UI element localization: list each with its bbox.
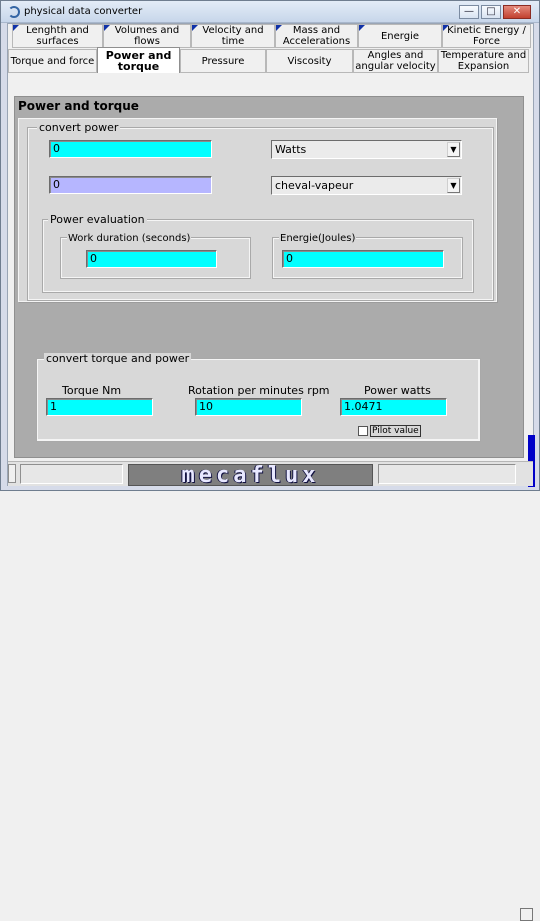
maximize-button[interactable]: □ (481, 5, 501, 19)
tab-label: Volumes and flows (114, 25, 180, 47)
rotation-input[interactable]: 10 (195, 398, 302, 416)
energie-label: Energie(Joules) (279, 233, 357, 245)
tab-viscosity[interactable]: Viscosity (266, 49, 353, 73)
tab-label: Velocity and time (202, 25, 264, 47)
status-bar: mecaflux (8, 461, 533, 921)
tab-marker (192, 25, 198, 31)
tab-velocity-time[interactable]: Velocity and time (191, 24, 275, 48)
tab-label: Kinetic Energy / Force (447, 25, 526, 47)
page-title: Power and torque (18, 99, 139, 113)
tab-marker (359, 25, 365, 31)
tab-torque-force[interactable]: Torque and force (8, 49, 97, 73)
unit-select-2-value: cheval-vapeur (275, 179, 354, 192)
dropdown-arrow-icon[interactable]: ▼ (447, 178, 460, 193)
power-input-2[interactable]: 0 (49, 176, 212, 194)
tab-length-surfaces[interactable]: Lenghth and surfaces (12, 24, 103, 48)
status-bar-left-cell (8, 464, 16, 483)
power-watts-label: Power watts (364, 384, 431, 397)
torque-label: Torque Nm (62, 384, 122, 397)
tab-energie[interactable]: Energie (358, 24, 442, 48)
resize-grip[interactable] (520, 908, 533, 921)
tab-label: Pressure (201, 55, 245, 67)
work-duration-input[interactable]: 0 (86, 250, 217, 268)
tab-label: Temperature and Expansion (440, 50, 527, 72)
status-bar-cell (378, 464, 516, 484)
tab-temperature-expansion[interactable]: Temperature and Expansion (438, 49, 529, 73)
torque-input[interactable]: 1 (46, 398, 153, 416)
power-input-1[interactable]: 0 (49, 140, 212, 158)
convert-torque-panel: convert torque and power Torque Nm 1 Rot… (36, 353, 481, 442)
convert-torque-label: convert torque and power (44, 352, 192, 365)
work-duration-label: Work duration (seconds) (67, 233, 192, 245)
minimize-button[interactable]: — (459, 5, 479, 19)
convert-power-label: convert power (37, 121, 121, 134)
status-bar-cell (20, 464, 123, 484)
tab-label: Energie (380, 30, 420, 42)
power-evaluation-label: Power evaluation (48, 213, 147, 226)
close-button[interactable]: ✕ (503, 5, 531, 19)
tab-label: Viscosity (287, 55, 332, 67)
tab-pressure[interactable]: Pressure (180, 49, 266, 73)
tab-label: Angles and angular velocity (355, 50, 436, 72)
tab-label: Torque and force (10, 55, 95, 67)
rotation-label: Rotation per minutes rpm (188, 384, 330, 397)
tab-power-torque[interactable]: Power and torque (97, 47, 180, 73)
tab-kinetic-energy-force[interactable]: Kinetic Energy / Force (442, 24, 531, 48)
main-client-area: Lenghth and surfaces Volumes and flows V… (7, 23, 535, 921)
unit-select-2[interactable]: cheval-vapeur ▼ (271, 176, 462, 195)
pilot-value-label[interactable]: Pilot value (370, 425, 421, 437)
energie-input[interactable]: 0 (282, 250, 444, 268)
mecaflux-logo: mecaflux (128, 464, 373, 486)
tab-marker (276, 25, 282, 31)
tab-content-power-torque: Power and torque convert power 0 Watts ▼ … (14, 96, 524, 458)
tab-label: Lenghth and surfaces (26, 25, 89, 47)
convert-power-panel: convert power 0 Watts ▼ 0 cheval-vapeur ▼ … (18, 118, 497, 302)
tab-marker (13, 25, 19, 31)
tab-marker (104, 25, 110, 31)
app-window: physical data converter — □ ✕ Lenghth an… (0, 0, 540, 921)
tab-label: Mass and Accelerations (282, 25, 351, 47)
title-bar[interactable]: physical data converter — □ ✕ (1, 1, 539, 23)
tab-angles-angular-velocity[interactable]: Angles and angular velocity (353, 49, 438, 73)
dropdown-arrow-icon[interactable]: ▼ (447, 142, 460, 157)
window-title: physical data converter (24, 6, 143, 17)
tab-volumes-flows[interactable]: Volumes and flows (103, 24, 191, 48)
power-watts-input[interactable]: 1.0471 (340, 398, 447, 416)
unit-select-1[interactable]: Watts ▼ (271, 140, 462, 159)
pilot-value-checkbox[interactable] (358, 426, 368, 436)
tab-label: Power and torque (105, 48, 172, 73)
app-icon (8, 6, 20, 18)
tab-marker (443, 25, 449, 31)
tab-mass-accelerations[interactable]: Mass and Accelerations (275, 24, 358, 48)
unit-select-1-value: Watts (275, 143, 307, 156)
